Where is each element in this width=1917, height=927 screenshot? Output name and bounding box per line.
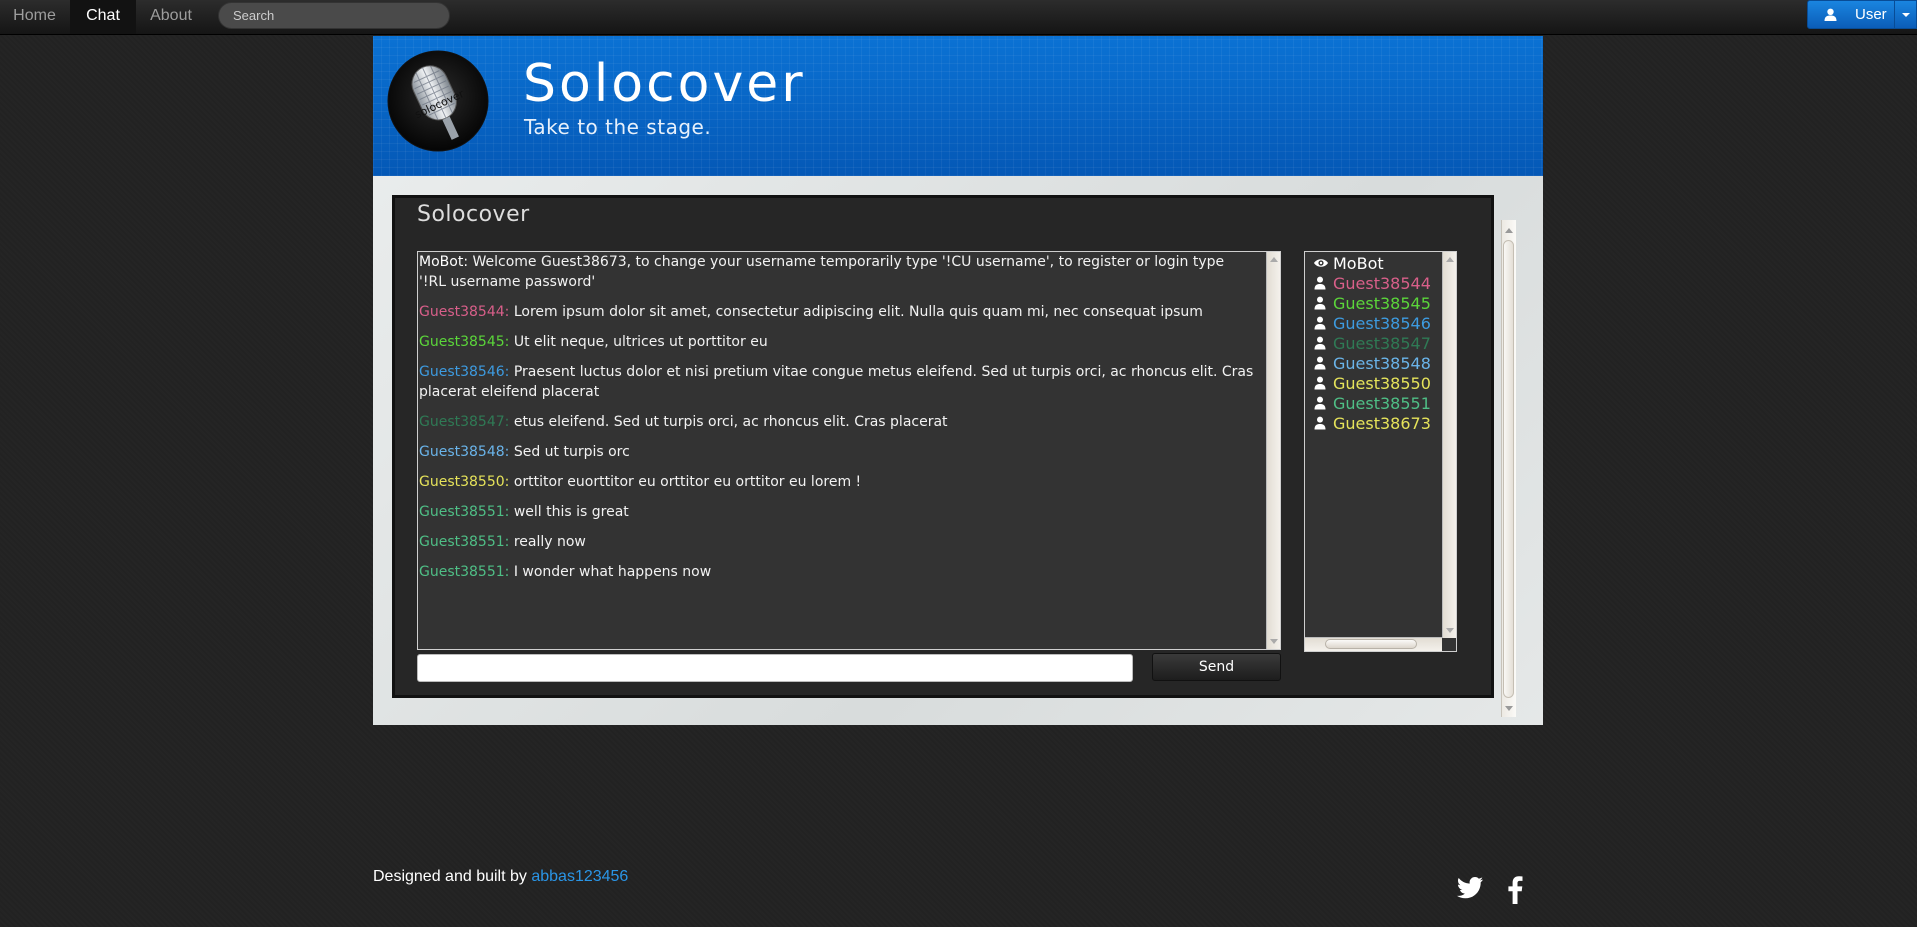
footer-text: Designed and built by: [373, 868, 527, 885]
user-icon: [1314, 356, 1326, 370]
main-content: Solocover MoBot: Welcome Guest38673, to …: [373, 176, 1543, 725]
chat-message: Guest38551: well this is great: [419, 504, 629, 520]
message-username: Guest38545: [419, 334, 505, 350]
author-link[interactable]: abbas123456: [531, 868, 628, 885]
user-list-name: MoBot: [1333, 254, 1384, 273]
user-list-name: Guest38546: [1333, 314, 1431, 333]
site-tagline: Take to the stage.: [524, 115, 712, 139]
chat-message: Guest38548: Sed ut turpis orc: [419, 444, 630, 460]
user-list-item[interactable]: Guest38551: [1313, 394, 1431, 414]
user-list-item[interactable]: Guest38547: [1313, 334, 1431, 354]
nav-about[interactable]: About: [136, 0, 206, 34]
user-list-name: Guest38548: [1333, 354, 1431, 373]
user-menu-button[interactable]: User: [1807, 0, 1917, 29]
scroll-down-icon[interactable]: [1505, 706, 1513, 711]
message-username: Guest38551: [419, 534, 505, 550]
chat-panel: Solocover MoBot: Welcome Guest38673, to …: [392, 195, 1516, 717]
nav-home[interactable]: Home: [0, 0, 69, 34]
user-list-name: Guest38545: [1333, 294, 1431, 313]
user-list-item[interactable]: Guest38544: [1313, 274, 1431, 294]
chat-message: Guest38551: really now: [419, 534, 586, 550]
twitter-icon[interactable]: [1456, 876, 1484, 900]
user-icon: [1314, 396, 1326, 410]
message-list: MoBot: Welcome Guest38673, to change you…: [418, 252, 1256, 592]
message-username: MoBot: [419, 254, 464, 270]
user-button-label: User: [1855, 6, 1887, 23]
user-icon: [1314, 376, 1326, 390]
message-text: Ut elit neque, ultrices ut porttitor eu: [513, 334, 768, 350]
send-button[interactable]: Send: [1152, 653, 1281, 681]
user-list-item[interactable]: Guest38548: [1313, 354, 1431, 374]
user-list-name: Guest38673: [1333, 414, 1431, 433]
chevron-down-icon[interactable]: [1894, 1, 1917, 28]
search-input[interactable]: [218, 2, 450, 29]
message-text: I wonder what happens now: [513, 564, 712, 580]
scroll-up-icon[interactable]: [1446, 257, 1454, 262]
userlist-horizontal-scrollbar[interactable]: [1305, 637, 1442, 651]
user-button-main[interactable]: User: [1808, 1, 1894, 28]
chat-message: Guest38551: I wonder what happens now: [419, 564, 712, 580]
message-text: Praesent luctus dolor et nisi pretium vi…: [419, 364, 1254, 400]
user-icon: [1314, 336, 1326, 350]
microphone-logo-icon: solocover: [387, 50, 489, 152]
message-username: Guest38548: [419, 444, 505, 460]
message-username: Guest38546: [419, 364, 505, 380]
site-title: Solocover: [523, 54, 806, 114]
user-icon: [1314, 276, 1326, 290]
user-icon: [1314, 416, 1326, 430]
message-username: Guest38551: [419, 564, 505, 580]
chat-message: Guest38546: Praesent luctus dolor et nis…: [419, 364, 1254, 400]
chat-title: Solocover: [417, 202, 530, 227]
top-navbar: Home Chat About User: [0, 0, 1917, 35]
footer-credit: Designed and built by abbas123456: [373, 868, 628, 886]
chat-message: Guest38544: Lorem ipsum dolor sit amet, …: [419, 304, 1203, 320]
facebook-icon[interactable]: [1507, 876, 1523, 904]
message-username: Guest38544: [419, 304, 505, 320]
user-list-name: Guest38547: [1333, 334, 1431, 353]
message-log[interactable]: MoBot: Welcome Guest38673, to change you…: [417, 251, 1281, 650]
message-username: Guest38551: [419, 504, 505, 520]
user-list-item[interactable]: MoBot: [1313, 254, 1431, 274]
eye-icon: [1314, 259, 1328, 267]
user-list-name: Guest38550: [1333, 374, 1431, 393]
scroll-up-icon[interactable]: [1270, 257, 1278, 262]
user-list-name: Guest38551: [1333, 394, 1431, 413]
chat-message: Guest38547: etus eleifend. Sed ut turpis…: [419, 414, 948, 430]
nav-chat[interactable]: Chat: [70, 0, 136, 34]
message-text: really now: [513, 534, 586, 550]
user-list-name: Guest38544: [1333, 274, 1431, 293]
message-username: Guest38550: [419, 474, 505, 490]
user-list-item[interactable]: Guest38546: [1313, 314, 1431, 334]
user-list-item[interactable]: Guest38673: [1313, 414, 1431, 434]
chat-message-input[interactable]: [417, 654, 1133, 682]
message-text: Welcome Guest38673, to change your usern…: [419, 254, 1225, 290]
chat-panel-scrollbar[interactable]: [1501, 220, 1516, 717]
user-list: MoBot Guest38544 Guest38545 Guest38546 Guest…: [1313, 254, 1431, 434]
message-text: Lorem ipsum dolor sit amet, consectetur …: [513, 304, 1203, 320]
message-text: etus eleifend. Sed ut turpis orci, ac rh…: [513, 414, 948, 430]
user-list-item[interactable]: Guest38550: [1313, 374, 1431, 394]
header-banner: solocover Solocover Take to the stage.: [373, 36, 1543, 176]
scroll-down-icon[interactable]: [1446, 628, 1454, 633]
message-text: orttitor euorttitor eu orttitor eu ortti…: [513, 474, 862, 490]
user-icon: [1314, 296, 1326, 310]
message-text: well this is great: [513, 504, 629, 520]
scroll-down-icon[interactable]: [1270, 639, 1278, 644]
scroll-up-icon[interactable]: [1505, 228, 1513, 233]
user-icon: [1824, 8, 1837, 21]
user-list-panel[interactable]: MoBot Guest38544 Guest38545 Guest38546 Guest…: [1304, 251, 1457, 652]
user-icon: [1314, 316, 1326, 330]
userlist-vertical-scrollbar[interactable]: [1442, 252, 1456, 638]
scroll-thumb[interactable]: [1503, 240, 1514, 698]
chat-message: Guest38545: Ut elit neque, ultrices ut p…: [419, 334, 768, 350]
chat-message: MoBot: Welcome Guest38673, to change you…: [419, 254, 1225, 290]
message-scrollbar[interactable]: [1266, 252, 1280, 649]
chat-message: Guest38550: orttitor euorttitor eu ortti…: [419, 474, 862, 490]
user-list-item[interactable]: Guest38545: [1313, 294, 1431, 314]
scroll-thumb[interactable]: [1325, 639, 1417, 649]
message-username: Guest38547: [419, 414, 505, 430]
message-text: Sed ut turpis orc: [513, 444, 630, 460]
